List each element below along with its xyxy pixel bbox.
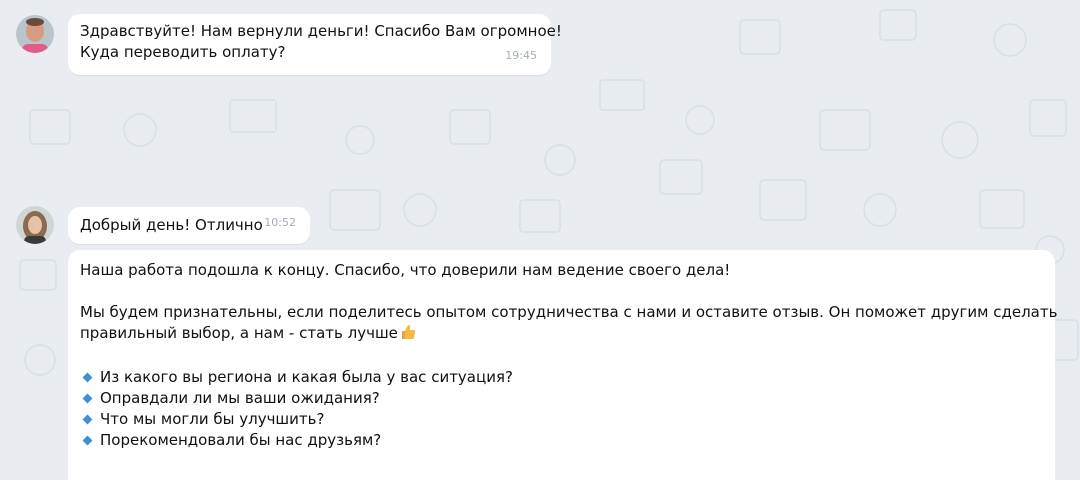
message-timestamp: 10:52 [264,216,296,229]
person-avatar-icon [16,15,54,53]
message-text: Куда переводить оплату? [80,43,286,61]
question-item: Порекомендовали бы нас друзьям? [80,430,1043,451]
thumbs-up-icon [400,324,416,346]
message-bubble[interactable]: Наша работа подошла к концу. Спасибо, чт… [68,250,1058,480]
blue-diamond-icon [82,393,93,404]
question-item: Из какого вы региона и какая была у вас … [80,367,1043,388]
question-item: Что мы могли бы улучшить? [80,409,1043,430]
blue-diamond-icon [82,414,93,425]
person-avatar-icon [16,206,54,244]
message-bubble[interactable]: Добрый день! Отлично 10:52 [68,207,310,244]
message-text: Здравствуйте! Нам вернули деньги! Спасиб… [80,22,562,40]
blue-diamond-icon [82,435,93,446]
message-text: правильный выбор, а нам - стать лучше [80,324,398,342]
message-text-with-emoji: правильный выбор, а нам - стать лучше [80,323,1043,346]
message-bubble[interactable]: Здравствуйте! Нам вернули деньги! Спасиб… [68,14,562,75]
blue-diamond-icon [82,372,93,383]
message-text: Мы будем признательны, если поделитесь о… [80,303,1058,321]
question-item: Оправдали ли мы ваши ожидания? [80,388,1043,409]
agent-avatar[interactable] [16,206,54,244]
sender-avatar[interactable] [16,15,54,53]
message-timestamp: 19:45 [505,49,537,62]
message-text: Наша работа подошла к концу. Спасибо, чт… [80,261,731,279]
